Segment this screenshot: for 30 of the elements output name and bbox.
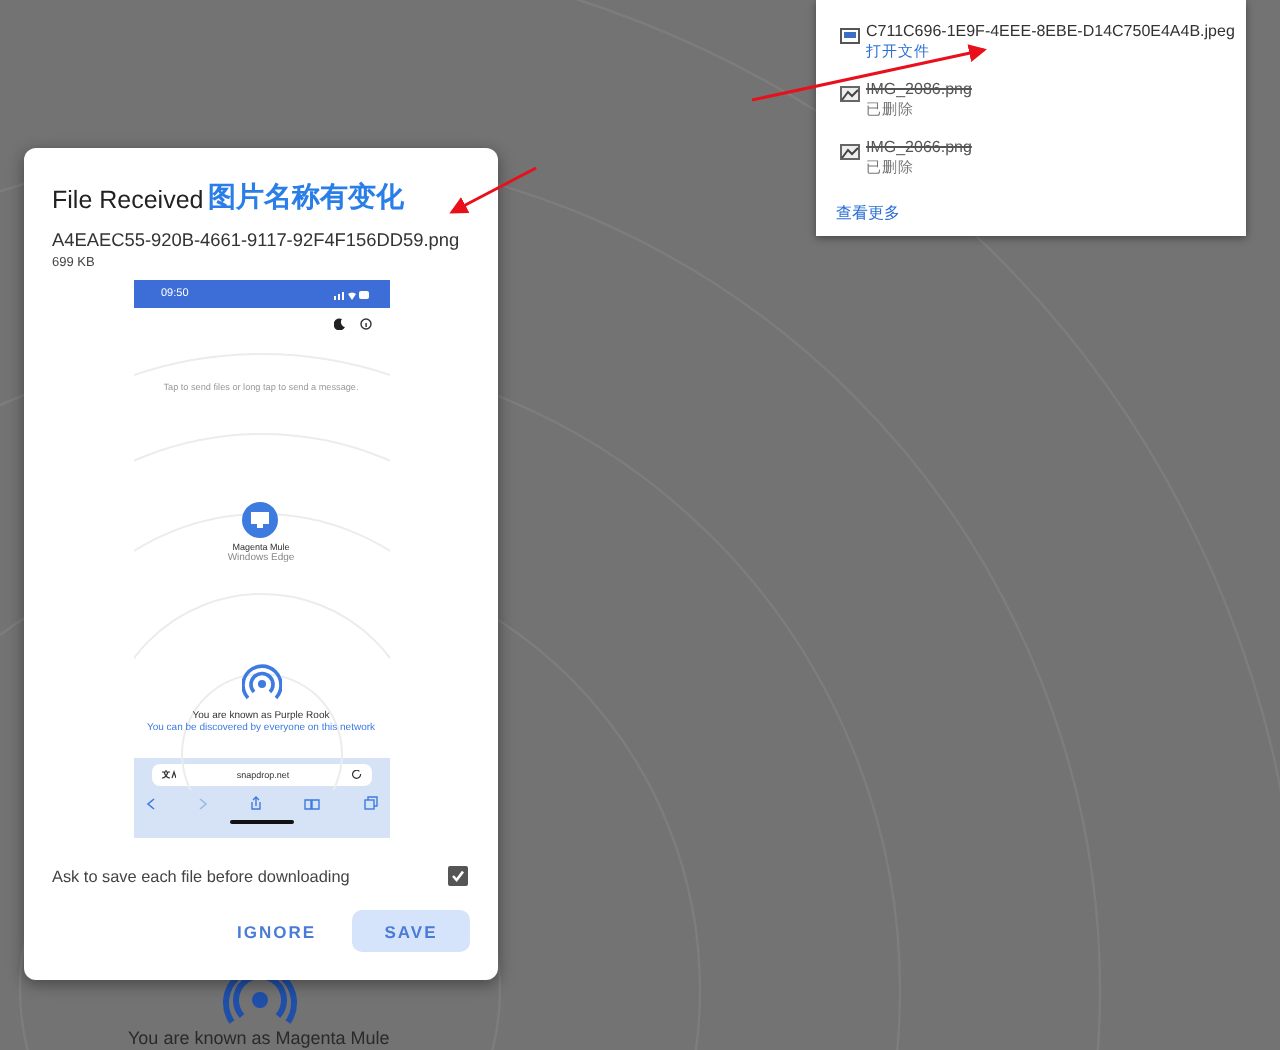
file-name: A4EAEC55-920B-4661-9117-92F4F156DD59.png (52, 230, 462, 252)
moon-icon (333, 318, 345, 330)
share-icon (250, 796, 262, 810)
ignore-button[interactable]: IGNORE (228, 910, 324, 952)
checkbox-label: Ask to save each file before downloading (52, 867, 350, 885)
annotation-text: 图片名称有变化 (208, 180, 404, 216)
device-label: You are known as Magenta Mule (128, 1028, 390, 1048)
tabs-icon (363, 796, 377, 810)
file-name: C711C696-1E9F-4EEE-8EBE-D14C750E4A4B.jpeg (866, 22, 1235, 42)
info-icon (359, 318, 371, 330)
computer-icon (242, 502, 279, 538)
broadcast-icon (241, 664, 281, 704)
status-icons (333, 289, 369, 299)
forward-icon (197, 797, 208, 809)
save-button[interactable]: SAVE (352, 910, 470, 952)
file-name: IMG_2086.png (866, 80, 972, 100)
check-icon (450, 868, 466, 884)
back-icon (145, 797, 155, 809)
image-file-icon (840, 142, 860, 162)
file-name: IMG_2066.png (866, 138, 972, 158)
checkbox[interactable] (448, 866, 468, 886)
annotation-arrow (449, 166, 537, 214)
dialog-title: File Received (52, 186, 204, 216)
see-more-link[interactable]: 查看更多 (836, 202, 900, 224)
book-icon (304, 797, 321, 809)
translate-icon (161, 770, 175, 780)
reload-icon (351, 770, 361, 780)
home-indicator (229, 820, 293, 824)
image-file-icon (840, 84, 860, 104)
image-file-icon (840, 26, 860, 46)
